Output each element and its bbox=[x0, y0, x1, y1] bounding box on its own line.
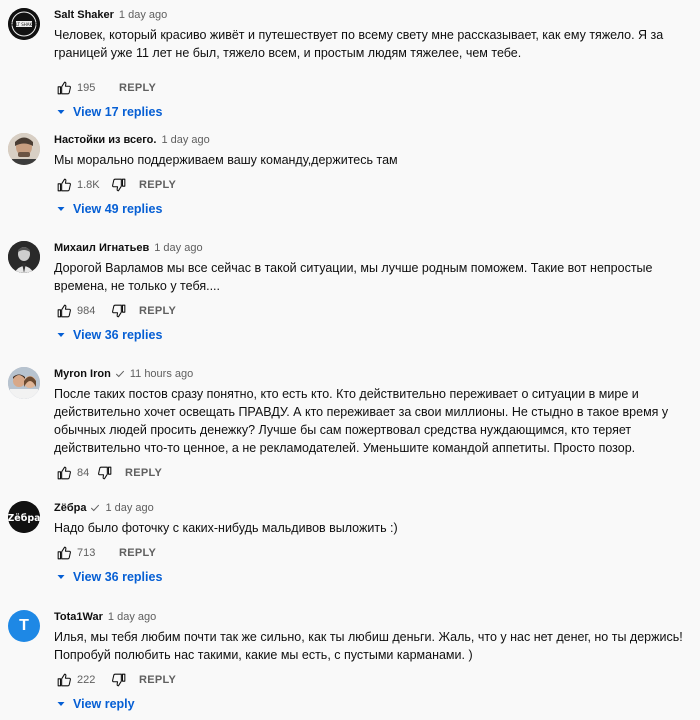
like-button[interactable] bbox=[54, 301, 74, 321]
avatar[interactable] bbox=[8, 367, 40, 399]
view-replies-label: View 17 replies bbox=[73, 105, 163, 119]
view-replies-button[interactable]: View reply bbox=[54, 694, 692, 714]
like-button[interactable] bbox=[54, 543, 74, 563]
comment-time[interactable]: 11 hours ago bbox=[130, 367, 193, 381]
reply-button[interactable]: REPLY bbox=[139, 674, 176, 686]
comment-text: Мы морально поддерживаем вашу команду,де… bbox=[54, 153, 398, 167]
like-count: 984 bbox=[77, 305, 96, 317]
like-count: 84 bbox=[77, 467, 90, 479]
like-count: 1.8K bbox=[77, 179, 100, 191]
thumbs-up-icon bbox=[57, 81, 71, 95]
comment-time[interactable]: 1 day ago bbox=[119, 8, 167, 22]
thumbs-up-icon bbox=[57, 178, 71, 192]
like-button[interactable] bbox=[54, 78, 74, 98]
dislike-button[interactable] bbox=[109, 175, 129, 195]
thumbs-up-icon bbox=[57, 304, 71, 318]
comment-text: Надо было фоточку с каких-нибудь мальдив… bbox=[54, 521, 398, 535]
avatar-logo-text: Zёбра bbox=[8, 513, 40, 524]
comment-author[interactable]: Zёбра bbox=[54, 501, 86, 515]
check-icon bbox=[90, 503, 100, 513]
comment-text: Дорогой Варламов мы все сейчас в такой с… bbox=[54, 261, 653, 293]
thumbs-up-icon bbox=[57, 466, 71, 480]
comment-author[interactable]: Myron Iron bbox=[54, 367, 111, 381]
like-count: 195 bbox=[77, 82, 96, 94]
avatar[interactable]: SALT SHAKER bbox=[8, 8, 40, 40]
reply-button[interactable]: REPLY bbox=[119, 547, 156, 559]
dislike-button[interactable] bbox=[109, 301, 129, 321]
comment-time[interactable]: 1 day ago bbox=[108, 610, 156, 624]
thumbs-down-icon bbox=[112, 673, 126, 687]
like-count: 222 bbox=[77, 674, 96, 686]
comment-author[interactable]: Tota1War bbox=[54, 610, 103, 624]
chevron-down-icon bbox=[54, 105, 68, 119]
comment-author[interactable]: Михаил Игнатьев bbox=[54, 241, 149, 255]
dislike-button[interactable] bbox=[109, 670, 129, 690]
comment-time[interactable]: 1 day ago bbox=[161, 133, 209, 147]
thumbs-down-icon bbox=[98, 466, 112, 480]
avatar-logo-text: SALT SHAKER bbox=[11, 22, 38, 27]
like-button[interactable] bbox=[54, 670, 74, 690]
check-icon bbox=[115, 369, 125, 379]
comment-text: После таких постов сразу понятно, кто ес… bbox=[54, 387, 669, 455]
like-button[interactable] bbox=[54, 463, 74, 483]
view-replies-label: View reply bbox=[73, 697, 135, 711]
avatar[interactable] bbox=[8, 241, 40, 273]
view-replies-button[interactable]: View 49 replies bbox=[54, 199, 692, 219]
thumbs-down-icon bbox=[112, 304, 126, 318]
avatar[interactable]: Zёбра bbox=[8, 501, 40, 533]
thumbs-up-icon bbox=[57, 546, 71, 560]
comment-time[interactable]: 1 day ago bbox=[105, 501, 153, 515]
reply-button[interactable]: REPLY bbox=[139, 305, 176, 317]
like-count: 713 bbox=[77, 547, 96, 559]
chevron-down-icon bbox=[54, 570, 68, 584]
comment-text: Человек, который красиво живёт и путешес… bbox=[54, 28, 664, 60]
comment-author[interactable]: Настойки из всего. bbox=[54, 133, 156, 147]
thumbs-up-icon bbox=[57, 673, 71, 687]
avatar[interactable]: T bbox=[8, 610, 40, 642]
view-replies-label: View 36 replies bbox=[73, 328, 163, 342]
dislike-button[interactable] bbox=[95, 463, 115, 483]
view-replies-button[interactable]: View 36 replies bbox=[54, 325, 692, 345]
reply-button[interactable]: REPLY bbox=[125, 467, 162, 479]
thumbs-down-icon bbox=[112, 178, 126, 192]
view-replies-button[interactable]: View 17 replies bbox=[54, 102, 692, 122]
view-replies-label: View 49 replies bbox=[73, 202, 163, 216]
chevron-down-icon bbox=[54, 202, 68, 216]
view-replies-button[interactable]: View 36 replies bbox=[54, 567, 692, 587]
comment-author[interactable]: Salt Shaker bbox=[54, 8, 114, 22]
avatar[interactable] bbox=[8, 133, 40, 165]
avatar-initial: T bbox=[19, 617, 29, 634]
comment-text: Илья, мы тебя любим почти так же сильно,… bbox=[54, 630, 683, 662]
chevron-down-icon bbox=[54, 328, 68, 342]
reply-button[interactable]: REPLY bbox=[139, 179, 176, 191]
chevron-down-icon bbox=[54, 697, 68, 711]
like-button[interactable] bbox=[54, 175, 74, 195]
view-replies-label: View 36 replies bbox=[73, 570, 163, 584]
reply-button[interactable]: REPLY bbox=[119, 82, 156, 94]
comment-time[interactable]: 1 day ago bbox=[154, 241, 202, 255]
